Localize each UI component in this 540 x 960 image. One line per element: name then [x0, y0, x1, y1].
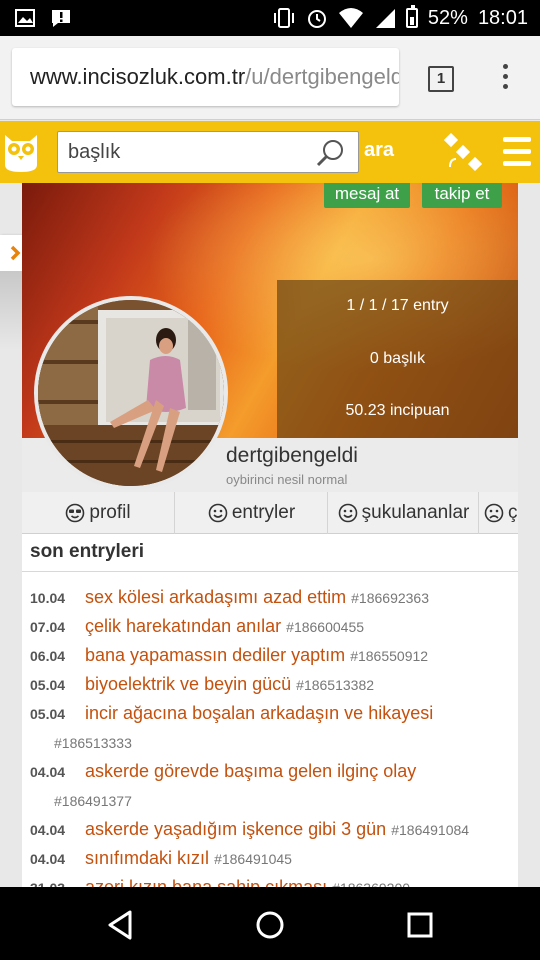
entry-date: 06.04 — [30, 648, 66, 664]
avatar — [34, 296, 228, 490]
battery-percent: 52% — [427, 6, 468, 29]
recent-apps-icon[interactable] — [404, 909, 436, 941]
entry-list: 10.04 sex kölesi arkadaşımı azad ettim #… — [30, 583, 518, 887]
entry-date: 04.04 — [30, 851, 66, 867]
cool-face-icon — [66, 503, 85, 523]
profile-tabs: profil entryler şukulananlar ç — [22, 492, 518, 534]
list-item: 04.04 askerde görevde başıma gelen ilgin… — [30, 757, 518, 815]
url-bar[interactable]: www.incisozluk.com.tr/u/dertgibengeldi — [12, 48, 399, 106]
user-rank: oybirinci nesil normal — [226, 472, 348, 487]
search-button[interactable]: ara — [364, 139, 394, 162]
list-item: 06.04 bana yapamassın dediler yaptım #18… — [30, 641, 518, 670]
entry-id[interactable]: #186692363 — [351, 590, 429, 606]
tab-label: ç — [508, 502, 518, 523]
list-item: 05.04 biyoelektrik ve beyin gücü #186513… — [30, 670, 518, 699]
navigation-bar — [0, 887, 540, 960]
entry-date: 31.03 — [30, 874, 80, 887]
side-panel-shadow — [0, 271, 22, 351]
image-notification-icon — [15, 9, 35, 27]
entry-date: 05.04 — [30, 677, 66, 693]
url-domain: www.incisozluk.com.tr — [30, 64, 246, 89]
list-item: 07.04 çelik harekatından anılar #1866004… — [30, 612, 518, 641]
list-item: 04.04 sınıfımdaki kızıl #186491045 — [30, 844, 518, 873]
entry-id[interactable]: #186491377 — [54, 793, 132, 809]
list-item: 31.03 azeri kızın bana sahip çıkması #18… — [30, 873, 518, 887]
site-header: ara — [0, 121, 540, 183]
entry-id[interactable]: #186369200 — [332, 880, 410, 887]
entry-id[interactable]: #186600455 — [286, 619, 364, 635]
wifi-icon — [338, 8, 363, 28]
entry-id[interactable]: #186491045 — [214, 851, 292, 867]
alert-notification-icon — [52, 10, 70, 27]
home-icon[interactable] — [254, 909, 286, 941]
tab-liked[interactable]: şukulananlar — [329, 492, 479, 534]
entry-title-link[interactable]: çelik harekatından anılar — [85, 616, 281, 636]
search-icon[interactable] — [316, 138, 346, 168]
entry-count: 1 / 1 / 17 entry — [346, 297, 449, 314]
search-box — [57, 131, 359, 173]
entry-title-link[interactable]: biyoelektrik ve beyin gücü — [85, 674, 291, 694]
points: 50.23 incipuan — [345, 402, 450, 419]
tab-profile[interactable]: profil — [22, 492, 175, 534]
tab-disliked[interactable]: ç — [480, 492, 518, 534]
topic-count: 0 başlık — [369, 350, 426, 367]
clock: 18:01 — [477, 6, 528, 29]
tab-label: şukulananlar — [361, 502, 470, 523]
entry-date: 04.04 — [30, 764, 66, 780]
section-title: son entryleri — [30, 541, 145, 562]
list-item: 10.04 sex kölesi arkadaşımı azad ettim #… — [30, 583, 518, 612]
entry-title-link[interactable]: incir ağacına boşalan arkadaşın ve hikay… — [85, 703, 433, 723]
back-icon[interactable] — [104, 909, 136, 941]
owl-logo-icon[interactable] — [2, 129, 40, 173]
tab-label: entryler — [231, 502, 296, 523]
search-input[interactable] — [58, 132, 298, 172]
smiley-icon — [338, 503, 357, 523]
entry-id[interactable]: #186550912 — [350, 648, 428, 664]
entry-date: 04.04 — [30, 822, 66, 838]
username: dertgibengeldi — [226, 444, 358, 467]
entry-title-link[interactable]: askerde görevde başıma gelen ilginç olay — [85, 761, 416, 781]
follow-button[interactable]: takip et — [422, 183, 502, 208]
entry-title-link[interactable]: sex kölesi arkadaşımı azad ettim — [85, 587, 346, 607]
profile-card: mesaj at takip et 1 / 1 / 17 entry 0 baş… — [22, 183, 518, 887]
url-path: /u/dertgibengeldi — [245, 64, 399, 89]
satellite-icon[interactable] — [444, 133, 482, 171]
browser-menu-icon[interactable] — [500, 64, 510, 94]
divider — [22, 571, 518, 572]
entry-date: 07.04 — [30, 619, 66, 635]
entry-title-link[interactable]: sınıfımdaki kızıl — [85, 848, 209, 868]
entry-date: 10.04 — [30, 590, 66, 606]
entry-title-link[interactable]: bana yapamassın dediler yaptım — [85, 645, 345, 665]
entry-id[interactable]: #186513333 — [54, 735, 132, 751]
alarm-icon — [307, 10, 326, 28]
list-item: 04.04 askerde yaşadığım işkence gibi 3 g… — [30, 815, 518, 844]
cell-signal-icon — [375, 9, 395, 28]
battery-icon — [405, 5, 418, 28]
browser-toolbar: www.incisozluk.com.tr/u/dertgibengeldi 1 — [0, 36, 540, 120]
entry-title-link[interactable]: azeri kızın bana sahip çıkması — [85, 877, 327, 887]
sad-face-icon — [484, 503, 504, 523]
smiley-icon — [208, 503, 228, 523]
entry-title-link[interactable]: askerde yaşadığım işkence gibi 3 gün — [85, 819, 386, 839]
entry-id[interactable]: #186513382 — [296, 677, 374, 693]
list-item: 05.04 incir ağacına boşalan arkadaşın ve… — [30, 699, 518, 757]
tab-switcher-button[interactable]: 1 — [428, 66, 454, 92]
profile-stats: 1 / 1 / 17 entry 0 başlık 50.23 incipuan — [277, 280, 518, 438]
tab-entries[interactable]: entryler — [176, 492, 328, 534]
entry-id[interactable]: #186491084 — [391, 822, 469, 838]
entry-date: 05.04 — [30, 706, 66, 722]
tab-label: profil — [89, 502, 131, 523]
send-message-button[interactable]: mesaj at — [324, 183, 410, 208]
status-bar: 52% 18:01 — [0, 0, 540, 36]
vibrate-icon — [273, 8, 294, 28]
hamburger-menu-icon[interactable] — [503, 137, 531, 167]
